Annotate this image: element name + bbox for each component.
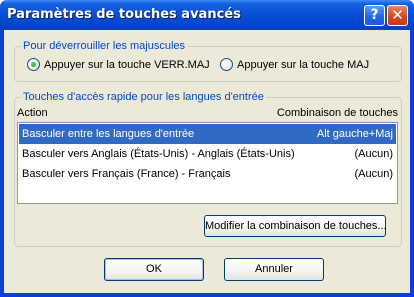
list-item-keys: Alt gauche+Maj bbox=[316, 128, 393, 140]
cancel-button[interactable]: Annuler bbox=[224, 258, 324, 281]
close-icon: ✕ bbox=[391, 6, 404, 24]
dialog-window: Paramètres de touches avancés ? ✕ Pour d… bbox=[0, 0, 414, 297]
hotkeys-legend: Touches d'accès rapide pour les langues … bbox=[21, 91, 266, 103]
column-header-action: Action bbox=[17, 107, 48, 119]
list-item-action: Basculer vers Français (France) - França… bbox=[22, 168, 231, 180]
list-item[interactable]: Basculer vers Français (France) - França… bbox=[19, 164, 396, 184]
close-button[interactable]: ✕ bbox=[387, 5, 408, 26]
radio-caps-lock[interactable]: Appuyer sur la touche VERR.MAJ bbox=[27, 58, 210, 71]
radio-dot-icon bbox=[31, 62, 36, 67]
list-item-keys: (Aucun) bbox=[354, 148, 393, 160]
list-item-action: Basculer entre les langues d'entrée bbox=[22, 128, 195, 140]
list-item[interactable]: Basculer entre les langues d'entrée Alt … bbox=[19, 124, 396, 144]
radio-shift-label: Appuyer sur la touche MAJ bbox=[237, 58, 370, 71]
dialog-title: Paramètres de touches avancés bbox=[7, 7, 241, 22]
caps-unlock-legend: Pour déverrouiller les majuscules bbox=[21, 40, 188, 52]
dialog-body: Pour déverrouiller les majuscules Appuye… bbox=[4, 30, 410, 293]
column-header-keys: Combinaison de touches bbox=[276, 107, 398, 119]
hotkeys-group: Touches d'accès rapide pour les langues … bbox=[14, 91, 402, 247]
radio-shift[interactable]: Appuyer sur la touche MAJ bbox=[220, 58, 369, 71]
modify-key-sequence-button[interactable]: Modifier la combinaison de touches... bbox=[204, 215, 387, 237]
radio-icon-unchecked[interactable] bbox=[220, 58, 233, 71]
list-item-keys: (Aucun) bbox=[354, 168, 393, 180]
hotkeys-list[interactable]: Basculer entre les langues d'entrée Alt … bbox=[17, 122, 398, 204]
ok-button[interactable]: OK bbox=[104, 258, 204, 281]
help-button[interactable]: ? bbox=[364, 5, 385, 26]
radio-icon-checked[interactable] bbox=[27, 58, 40, 71]
title-bar[interactable]: Paramètres de touches avancés ? ✕ bbox=[0, 0, 414, 30]
list-item[interactable]: Basculer vers Anglais (États-Unis) - Ang… bbox=[19, 144, 396, 164]
radio-caps-lock-label: Appuyer sur la touche VERR.MAJ bbox=[44, 58, 210, 71]
list-item-action: Basculer vers Anglais (États-Unis) - Ang… bbox=[22, 148, 295, 160]
caps-unlock-group: Pour déverrouiller les majuscules Appuye… bbox=[14, 40, 402, 82]
